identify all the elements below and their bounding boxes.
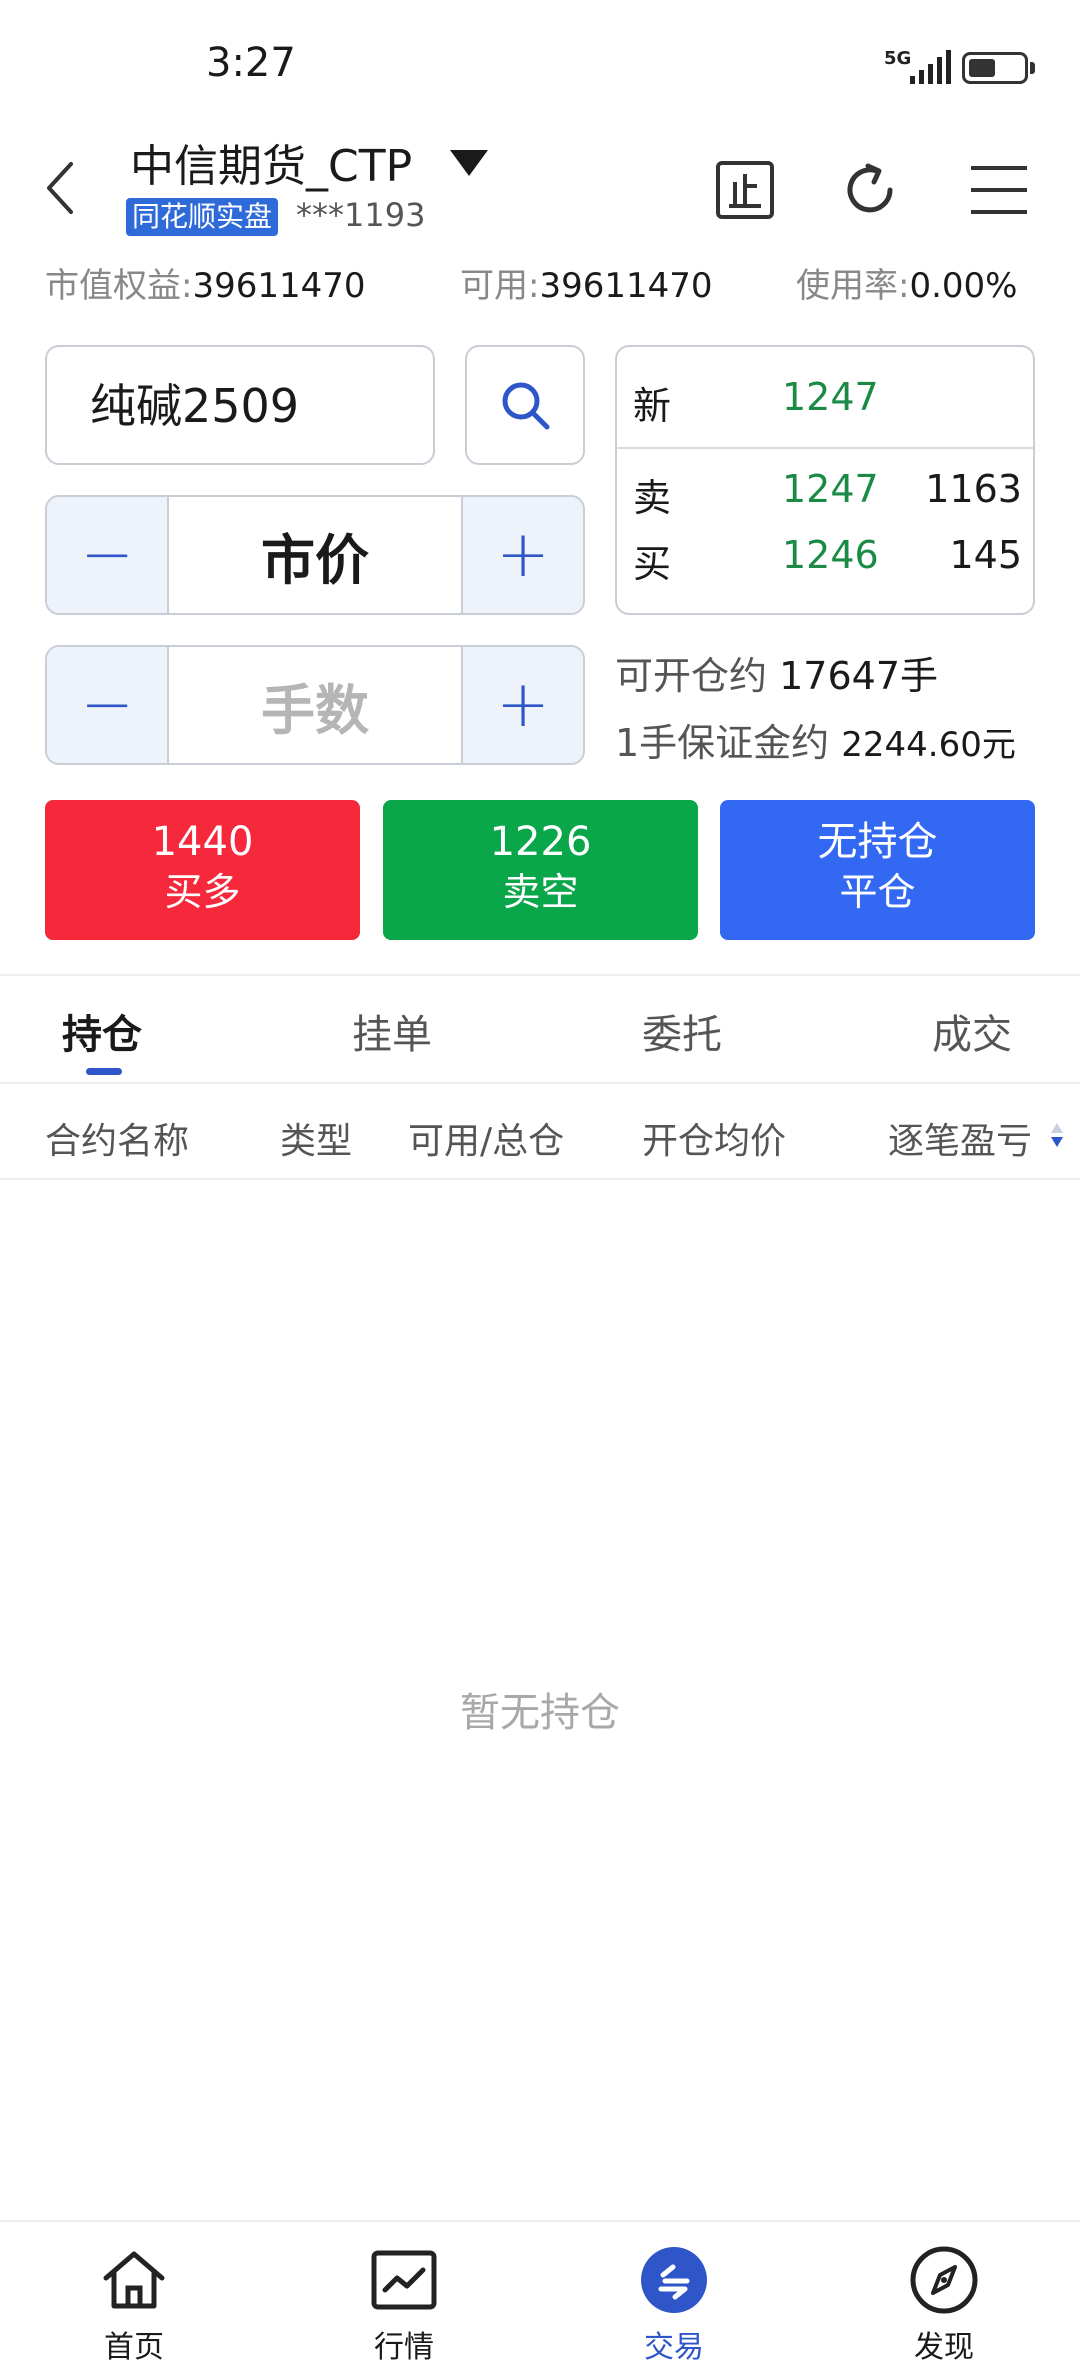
col-available-total[interactable]: 可用/总仓 [408,1112,564,1164]
chevron-left-icon [47,162,73,214]
nav-market[interactable]: 行情 [294,2220,514,2376]
sort-icon[interactable] [1050,1122,1064,1148]
trade-icon [638,2244,710,2316]
price-stepper: − 市价 + [45,495,585,615]
quantity-input[interactable]: 手数 [167,647,463,763]
nav-home-label: 首页 [104,2330,164,2365]
price-plus-button[interactable]: + [463,497,583,613]
home-icon [98,2244,170,2316]
stop-order-button[interactable] [710,155,780,225]
search-button[interactable] [465,345,585,465]
account-number: ***1193 [296,196,426,234]
buy-label: 买多 [164,870,241,914]
signal-icon [910,50,951,84]
last-label: 新 [633,384,672,428]
tab-orders[interactable]: 委托 [642,1002,722,1060]
header-divider [0,1178,1080,1180]
refresh-icon [847,163,893,213]
sell-value: 1226 [489,819,592,865]
equity-value: 39611470 [192,266,366,306]
equity-summary: 市值权益:39611470 [45,258,366,307]
refresh-button[interactable] [835,155,905,225]
open-label: 可开仓约 [615,654,768,698]
sell-short-button[interactable]: 1226 卖空 [383,800,698,940]
close-value: 无持仓 [817,819,938,865]
margin-value: 2244.60元 [841,725,1016,765]
status-time: 3:27 [206,40,296,86]
ask-volume: 1163 [925,467,1022,511]
compass-icon [908,2244,980,2316]
bid-volume: 145 [949,533,1022,577]
back-button[interactable] [40,158,80,218]
chart-icon [368,2244,440,2316]
equity-label: 市值权益: [45,266,193,306]
nav-trade-label: 交易 [644,2330,704,2365]
last-price[interactable]: 1247 [782,375,879,419]
ask-price[interactable]: 1247 [782,467,879,511]
nav-trade[interactable]: 交易 [564,2220,784,2376]
quote-panel: 新 1247 卖 1247 1163 买 1246 145 [615,345,1035,615]
bid-label: 买 [633,542,672,586]
tab-positions[interactable]: 持仓 [62,1002,142,1060]
available-value: 39611470 [539,266,713,306]
sell-label: 卖空 [502,870,579,914]
buy-long-button[interactable]: 1440 买多 [45,800,360,940]
col-type[interactable]: 类型 [280,1112,352,1164]
menu-button[interactable] [964,155,1034,225]
nav-discover[interactable]: 发现 [834,2220,1054,2376]
close-label: 平仓 [839,870,916,914]
ask-label: 卖 [633,476,672,520]
nav-market-label: 行情 [374,2330,434,2365]
caret-down-icon[interactable] [450,150,488,176]
empty-state: 暂无持仓 [460,1690,620,1736]
available-summary: 可用:39611470 [460,258,713,307]
nav-home[interactable]: 首页 [24,2220,244,2376]
open-value: 17647手 [779,654,938,698]
margin-info: 1手保证金约 2244.60元 [615,712,1016,767]
usage-label: 使用率: [796,266,910,306]
battery-icon [962,52,1028,84]
col-contract[interactable]: 合约名称 [45,1112,189,1164]
account-badge: 同花顺实盘 [126,198,279,236]
section-divider [0,974,1080,976]
tab-divider [0,1082,1080,1084]
network-type: 5G [884,48,912,69]
bid-price[interactable]: 1246 [782,533,879,577]
col-pnl[interactable]: 逐笔盈亏 [888,1112,1032,1164]
symbol-value: 纯碱2509 [90,379,300,433]
tab-trades[interactable]: 成交 [932,1002,1012,1060]
quantity-stepper: − 手数 + [45,645,585,765]
col-avg-open-price[interactable]: 开仓均价 [642,1112,786,1164]
search-icon [502,382,550,430]
stop-icon [716,161,774,219]
margin-label: 1手保证金约 [615,721,830,765]
available-label: 可用: [460,266,540,306]
price-minus-button[interactable]: − [47,497,167,613]
buy-value: 1440 [151,819,254,865]
price-mode[interactable]: 市价 [167,497,463,613]
open-capacity: 可开仓约 17647手 [615,645,938,700]
menu-icon [971,166,1027,214]
battery-tip [1030,62,1035,74]
usage-value: 0.00% [909,266,1018,306]
usage-summary: 使用率:0.00% [796,258,1017,307]
close-position-button[interactable]: 无持仓 平仓 [720,800,1035,940]
tab-pending[interactable]: 挂单 [352,1002,432,1060]
active-tab-indicator [86,1068,122,1075]
nav-discover-label: 发现 [914,2330,974,2365]
quantity-plus-button[interactable]: + [463,647,583,763]
quantity-minus-button[interactable]: − [47,647,167,763]
broker-name[interactable]: 中信期货_CTP [130,130,412,194]
